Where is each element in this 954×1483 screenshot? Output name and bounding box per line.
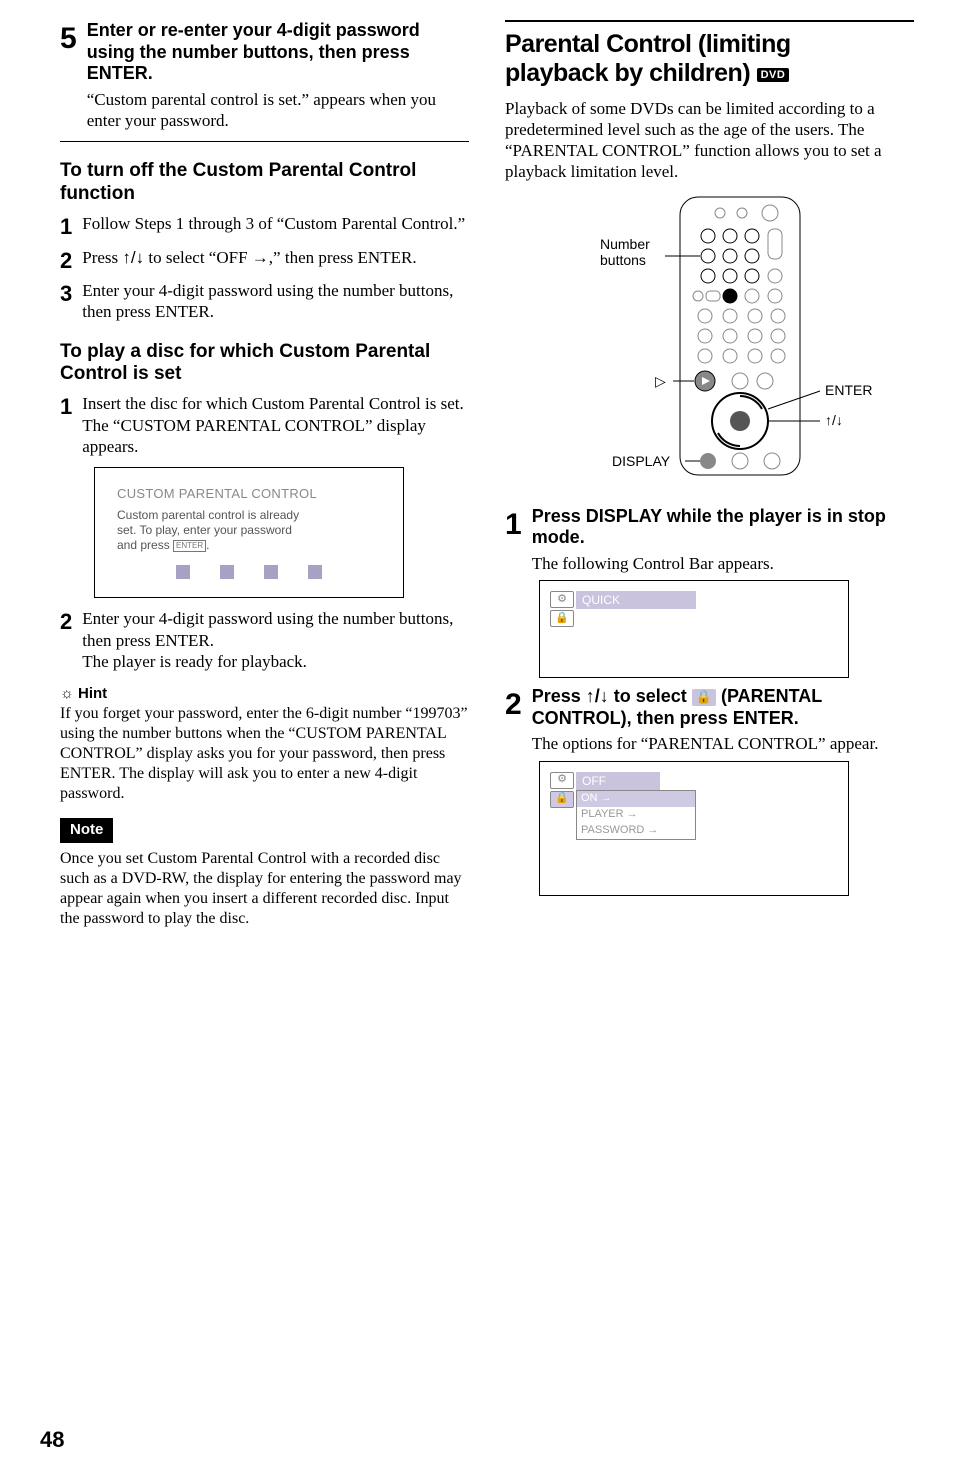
step5-num: 5 [60, 20, 77, 58]
right-step2-title: Press ↑/↓ to select 🔒 (PARENTAL CONTROL)… [532, 686, 914, 729]
note-label: Note [60, 818, 113, 843]
hint-label: Hint [78, 685, 107, 702]
step5-body: “Custom parental control is set.” appear… [87, 89, 469, 132]
opt-player: PLAYER → [577, 807, 695, 823]
options-panel: ⚙ 🔒 OFF ON → PLAYER → PASSWORD → [539, 761, 849, 896]
display-line3: and press ENTER. [117, 538, 381, 553]
turnoff-heading: To turn off the Custom Parental Control … [60, 160, 469, 205]
parental-display-panel: CUSTOM PARENTAL CONTROL Custom parental … [94, 467, 404, 598]
display-line1: Custom parental control is already [117, 508, 381, 523]
password-digit-tile [308, 565, 322, 579]
toolbox-icon: ⚙ [550, 591, 574, 608]
label-display: DISPLAY [612, 453, 671, 469]
section-intro: Playback of some DVDs can be limited acc… [505, 98, 914, 183]
lock-icon: 🔒 [550, 610, 574, 627]
playdisc-heading: To play a disc for which Custom Parental… [60, 341, 469, 386]
quick-field: QUICK [576, 591, 696, 609]
display-title: CUSTOM PARENTAL CONTROL [117, 486, 381, 502]
turnoff-s2: Press ↑/↓ to select “OFF →,” then press … [82, 247, 469, 268]
playdisc-s2b: The player is ready for playback. [82, 651, 469, 672]
right-arrow-icon: → [252, 248, 269, 267]
password-digit-tile [176, 565, 190, 579]
play-icon: ▷ [655, 373, 666, 389]
right-step2-num: 2 [505, 686, 522, 724]
password-digit-tile [264, 565, 278, 579]
right-step1-title: Press DISPLAY while the player is in sto… [532, 506, 914, 549]
control-bar-panel: ⚙ 🔒 QUICK [539, 580, 849, 678]
turnoff-s1: Follow Steps 1 through 3 of “Custom Pare… [82, 213, 469, 234]
right-step1-num: 1 [505, 506, 522, 544]
note-body: Once you set Custom Parental Control wit… [60, 849, 469, 929]
label-updown: ↑/↓ [825, 412, 843, 428]
updown-arrows-icon: ↑/↓ [122, 248, 144, 267]
turnoff-s3-num: 3 [60, 280, 72, 308]
remote-diagram: Numberbuttons ▷ DISPLAY ENTER ↑/↓ [505, 191, 914, 486]
turnoff-s3: Enter your 4-digit password using the nu… [82, 280, 469, 323]
updown-arrows-icon: ↑/↓ [586, 686, 609, 706]
opt-password: PASSWORD → [577, 823, 695, 839]
label-enter: ENTER [825, 382, 872, 398]
right-step1-body: The following Control Bar appears. [532, 553, 914, 574]
divider [60, 141, 469, 142]
section-title: Parental Control (limiting playback by c… [505, 30, 914, 88]
hint-body: If you forget your password, enter the 6… [60, 704, 469, 804]
step5-title: Enter or re-enter your 4-digit password … [87, 20, 469, 85]
turnoff-s2-num: 2 [60, 247, 72, 275]
lock-icon: 🔒 [692, 689, 716, 706]
playdisc-s1-num: 1 [60, 393, 72, 421]
lock-icon: 🔒 [550, 791, 574, 808]
password-digit-tile [220, 565, 234, 579]
opt-on: ON → [577, 791, 695, 807]
playdisc-s1b: The “CUSTOM PARENTAL CONTROL” display ap… [82, 415, 469, 458]
dvd-badge-icon: DVD [757, 68, 790, 83]
right-step2-body: The options for “PARENTAL CONTROL” appea… [532, 733, 914, 754]
page-number: 48 [40, 1426, 64, 1454]
label-number-buttons: Numberbuttons [600, 236, 650, 268]
hint-bulb-icon: ☼ [60, 686, 74, 702]
display-line2: set. To play, enter your password [117, 523, 381, 538]
toolbox-icon: ⚙ [550, 772, 574, 789]
off-field: OFF [576, 772, 660, 790]
turnoff-s1-num: 1 [60, 213, 72, 241]
section-top-rule [505, 20, 914, 22]
playdisc-s2-num: 2 [60, 608, 72, 636]
enter-key-icon: ENTER [173, 540, 206, 552]
playdisc-s2a: Enter your 4-digit password using the nu… [82, 608, 469, 651]
playdisc-s1a: Insert the disc for which Custom Parenta… [82, 393, 469, 414]
